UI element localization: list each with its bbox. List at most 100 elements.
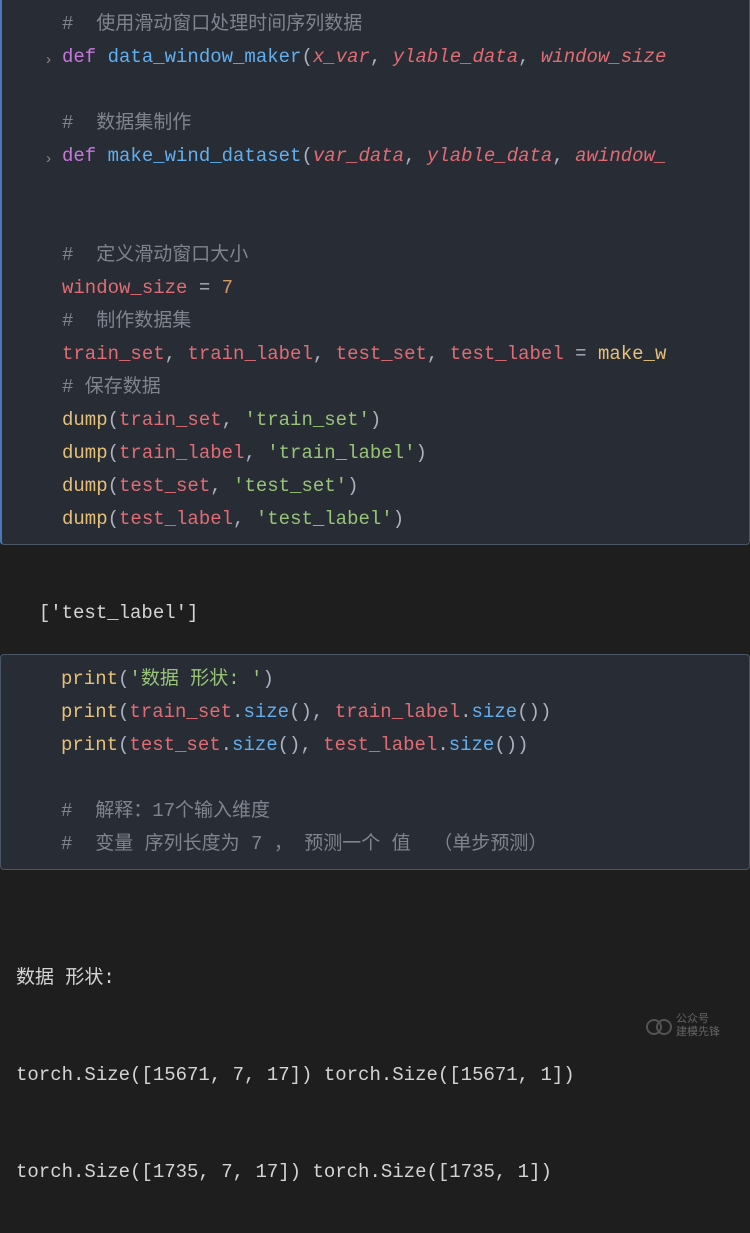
code-line-empty[interactable]: [2, 74, 749, 107]
code-line-empty[interactable]: [2, 173, 749, 206]
watermark-top: 公众号: [676, 1013, 720, 1026]
code-line[interactable]: train_set, train_label, test_set, test_l…: [2, 338, 749, 371]
param: var_data: [313, 140, 404, 172]
paren: ): [347, 470, 358, 502]
paren: ): [393, 503, 404, 535]
comma: ,: [244, 437, 267, 469]
paren: (: [301, 41, 312, 73]
string: '数据 形状: ': [129, 663, 262, 695]
variable: test_set: [336, 338, 427, 370]
code-line[interactable]: # 使用滑动窗口处理时间序列数据: [2, 8, 749, 41]
code-line-def[interactable]: › def make_wind_dataset(var_data, ylable_…: [2, 140, 749, 173]
string: 'train_label': [267, 437, 415, 469]
function-call: dump: [62, 470, 108, 502]
code-line[interactable]: dump(train_label, 'train_label'): [2, 437, 749, 470]
paren: (: [108, 503, 119, 535]
param: window_size: [541, 41, 666, 73]
comment: # 保存数据: [62, 371, 161, 403]
arg: test_set: [119, 470, 210, 502]
parens: (): [278, 729, 301, 761]
code-line[interactable]: # 变量 序列长度为 7 ， 预测一个 值 （单步预测）: [1, 828, 749, 861]
comma: ,: [165, 338, 188, 370]
string: 'train_set': [244, 404, 369, 436]
code-cell-2[interactable]: print('数据 形状: ') print(train_set.size(),…: [0, 654, 750, 870]
paren: (: [118, 663, 129, 695]
parens: (): [494, 729, 517, 761]
code-line[interactable]: dump(test_label, 'test_label'): [2, 503, 749, 536]
code-line[interactable]: # 数据集制作: [2, 107, 749, 140]
output-line: 数据 形状:: [16, 962, 734, 994]
wechat-icon: [646, 1014, 670, 1038]
code-line-def[interactable]: ›def data_window_maker(x_var, ylable_dat…: [2, 41, 749, 74]
paren: (: [108, 470, 119, 502]
arg: test_label: [119, 503, 233, 535]
paren: (: [118, 729, 129, 761]
code-line[interactable]: # 制作数据集: [2, 305, 749, 338]
code-line[interactable]: # 保存数据: [2, 371, 749, 404]
fold-icon[interactable]: ›: [44, 48, 53, 74]
comment: # 定义滑动窗口大小: [62, 239, 248, 271]
comma: ,: [370, 41, 393, 73]
variable: train_set: [62, 338, 165, 370]
output-text: ['test_label']: [39, 602, 199, 624]
dot: .: [221, 729, 232, 761]
dot: .: [460, 696, 471, 728]
code-line[interactable]: print(test_set.size(), test_label.size()…: [1, 729, 749, 762]
comment: # 解释：17个输入维度: [61, 795, 270, 827]
function-call: make_w: [598, 338, 666, 370]
param: ylable_data: [427, 140, 552, 172]
output-cell-1: ['test_label']: [0, 561, 750, 634]
arg: train_label: [119, 437, 244, 469]
code-line[interactable]: dump(train_set, 'train_set'): [2, 404, 749, 437]
string: 'test_set': [233, 470, 347, 502]
comma: ,: [210, 470, 233, 502]
code-cell-1[interactable]: # 使用滑动窗口处理时间序列数据 ›def data_window_maker(…: [0, 0, 750, 545]
code-line[interactable]: # 解释：17个输入维度: [1, 795, 749, 828]
variable: test_label: [323, 729, 437, 761]
keyword-def: def: [62, 140, 108, 172]
watermark-bottom: 建模先锋: [676, 1026, 720, 1039]
comma: ,: [313, 338, 336, 370]
function-call: dump: [62, 404, 108, 436]
operator: =: [187, 272, 221, 304]
paren: (: [301, 140, 312, 172]
method: size: [472, 696, 518, 728]
method: size: [449, 729, 495, 761]
code-line[interactable]: print(train_set.size(), train_label.size…: [1, 696, 749, 729]
method: size: [243, 696, 289, 728]
code-line[interactable]: dump(test_set, 'test_set'): [2, 470, 749, 503]
function-call: print: [61, 696, 118, 728]
comma: ,: [427, 338, 450, 370]
comment: # 数据集制作: [62, 107, 191, 139]
variable: test_set: [129, 729, 220, 761]
parens: (): [517, 696, 540, 728]
output-line: torch.Size([15671, 7, 17]) torch.Size([1…: [16, 1059, 734, 1091]
code-line[interactable]: print('数据 形状: '): [1, 663, 749, 696]
comma: ,: [552, 140, 575, 172]
comma: ,: [518, 41, 541, 73]
variable: train_set: [129, 696, 232, 728]
function-name: make_wind_dataset: [108, 140, 302, 172]
paren: ): [370, 404, 381, 436]
code-line[interactable]: # 定义滑动窗口大小: [2, 239, 749, 272]
function-name: data_window_maker: [108, 41, 302, 73]
comma: ,: [300, 729, 323, 761]
number: 7: [222, 272, 233, 304]
output-cell-2: 数据 形状: torch.Size([15671, 7, 17]) torch.…: [0, 886, 750, 1233]
parens: (): [289, 696, 312, 728]
fold-icon[interactable]: ›: [44, 147, 53, 173]
variable: test_label: [450, 338, 564, 370]
dot: .: [232, 696, 243, 728]
comment: # 变量 序列长度为 7 ， 预测一个 值 （单步预测）: [61, 828, 547, 860]
code-line-empty[interactable]: [1, 762, 749, 795]
code-line[interactable]: window_size = 7: [2, 272, 749, 305]
keyword-def: def: [62, 41, 108, 73]
output-line: torch.Size([1735, 7, 17]) torch.Size([17…: [16, 1156, 734, 1188]
param: awindow_: [575, 140, 666, 172]
paren: ): [517, 729, 528, 761]
function-call: dump: [62, 503, 108, 535]
dot: .: [437, 729, 448, 761]
code-line-empty[interactable]: [2, 206, 749, 239]
variable: window_size: [62, 272, 187, 304]
variable: train_label: [187, 338, 312, 370]
